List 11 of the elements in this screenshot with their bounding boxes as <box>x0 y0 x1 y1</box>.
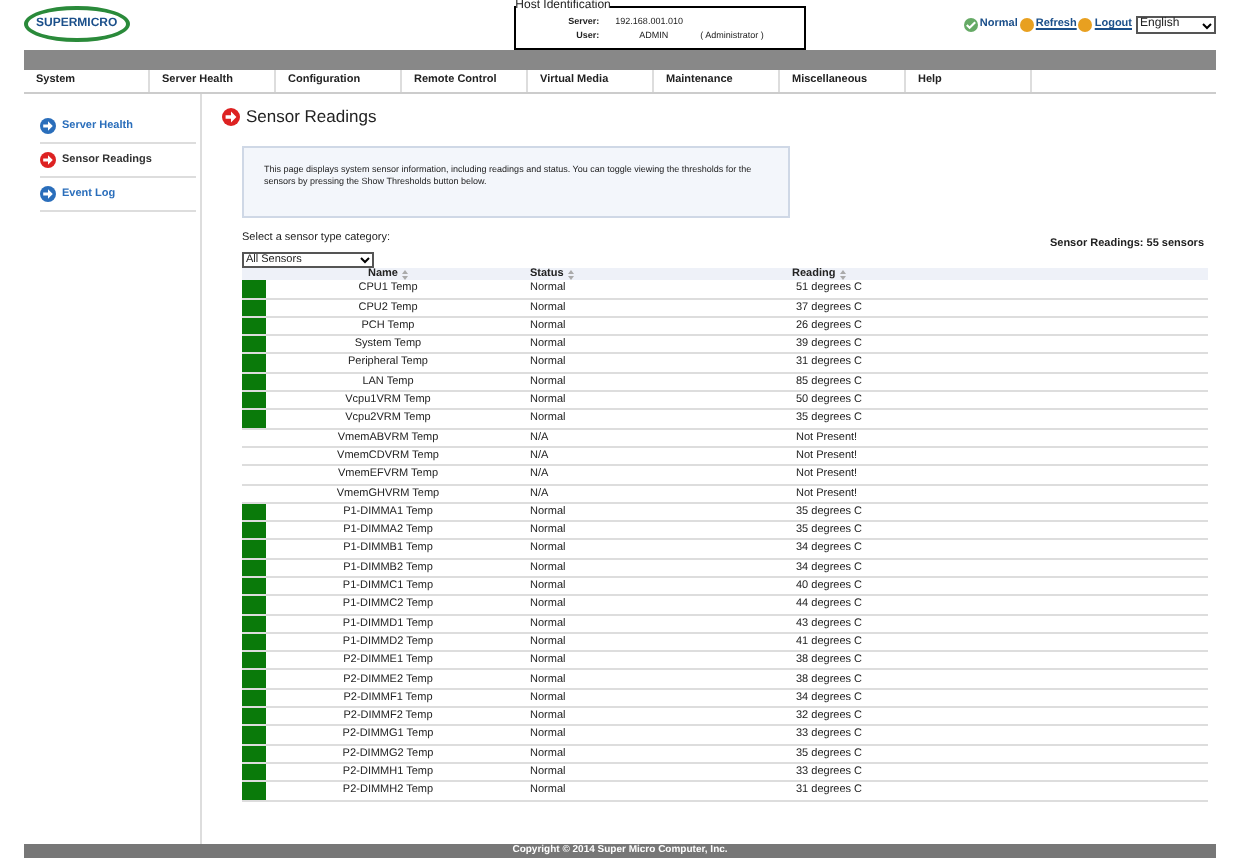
sort-icon <box>401 269 408 280</box>
sort-icon <box>567 269 574 280</box>
page-title: Sensor Readings <box>246 104 377 130</box>
arrow-icon <box>40 186 56 202</box>
arrow-icon <box>40 152 56 168</box>
arrow-icon <box>40 118 56 134</box>
arrow-icon <box>222 108 240 126</box>
chevron-down-icon <box>360 256 370 265</box>
chevron-down-icon <box>1202 21 1212 29</box>
check-icon <box>963 18 978 32</box>
sort-icon <box>839 269 846 280</box>
